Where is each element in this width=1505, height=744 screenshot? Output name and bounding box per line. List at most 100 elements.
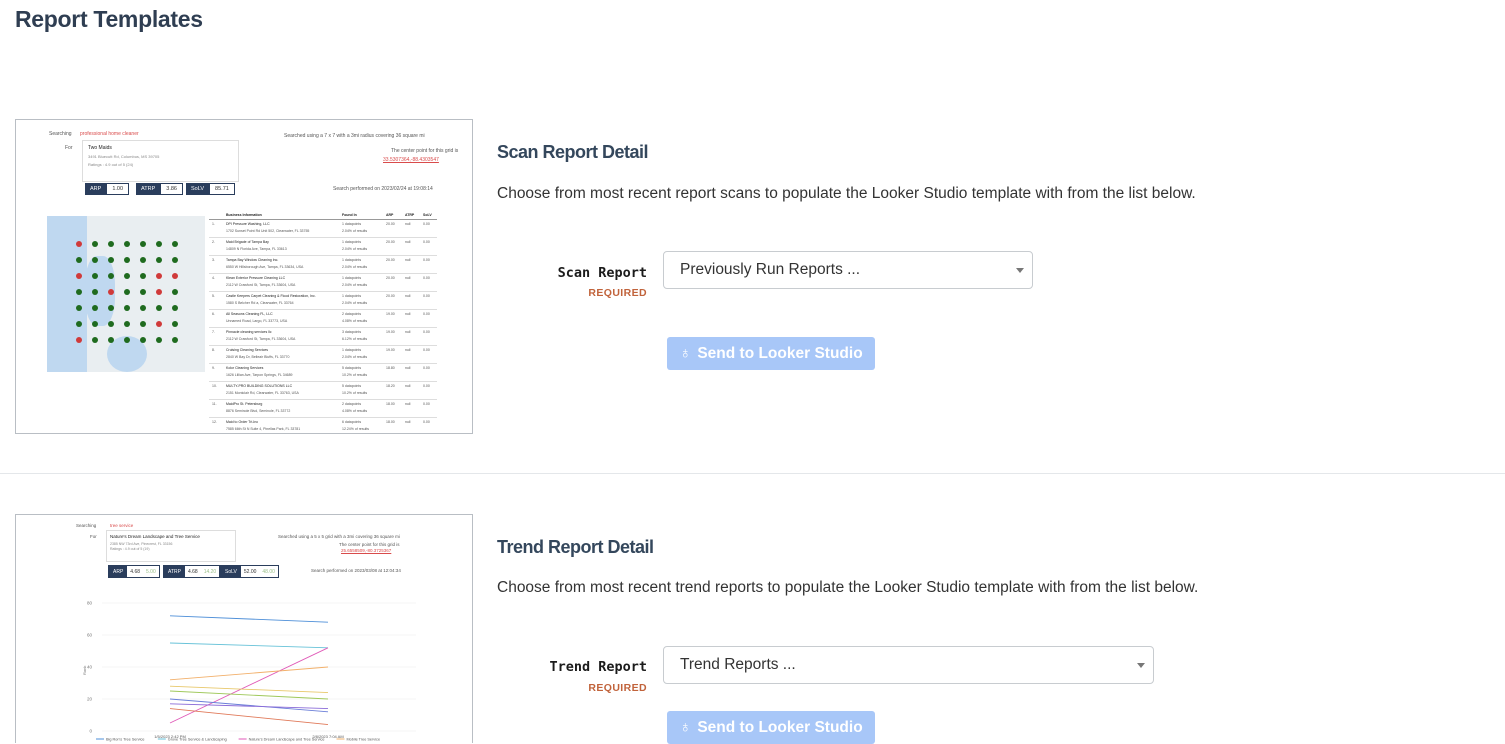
legend-label: Mobile Tree Service (347, 738, 381, 742)
grid-point (76, 337, 82, 343)
preview-table-row: 7. Pinnacle cleaning services llc 2112 W C… (209, 328, 437, 346)
series-line (169, 698, 329, 713)
table-cell-atrp: null (405, 276, 411, 280)
table-cell-name: Klean Exterior Pressure Cleaning LLC (226, 276, 286, 280)
kpi-atrp-label: ATRP (136, 183, 161, 195)
grid-point (92, 337, 98, 343)
preview-results-table: Business Information Found In ARP ATRP S… (209, 212, 437, 433)
legend-label: Nature's Dream Landscape and Tree Servic… (249, 738, 325, 742)
grid-point (108, 257, 114, 263)
trend-section-title: Trend Report Detail (497, 537, 654, 557)
scan-report-select[interactable]: Previously Run Reports ... (663, 251, 1033, 289)
trend-report-label: Trend Report (549, 659, 647, 675)
series-line (169, 690, 329, 700)
kpi-atrp-delta: 14.20 (203, 568, 217, 575)
grid-point (172, 289, 178, 295)
grid-point (124, 289, 130, 295)
table-cell-name: Kolor Cleaning Services (226, 366, 264, 370)
table-cell-pct: 4.08% of results (342, 319, 368, 323)
table-cell-arp: 18.80 (386, 366, 395, 370)
table-cell-addr: 1580 S Belcher Rd a, Clearwater, FL 3376… (226, 301, 294, 305)
grid-point (124, 305, 130, 311)
scan-report-label: Scan Report (557, 265, 647, 281)
preview-business: Two Maids (88, 145, 112, 151)
grid-point (92, 273, 98, 279)
table-cell-solv: 0.00 (423, 348, 430, 352)
trend-report-select-value: Trend Reports ... (680, 656, 796, 673)
grid-point (140, 289, 146, 295)
looker-icon: ♁ (679, 718, 692, 736)
scan-send-to-looker-button[interactable]: ♁ Send to Looker Studio (667, 337, 875, 370)
grid-point (172, 273, 178, 279)
table-cell-atrp: null (405, 258, 411, 262)
table-cell-atrp: null (405, 420, 411, 424)
table-cell-found: 1 datapoints (342, 222, 362, 226)
table-cell-n: 3. (212, 258, 215, 262)
grid-point (108, 337, 114, 343)
section-divider (0, 473, 1505, 474)
grid-point (108, 321, 114, 327)
table-cell-name: Castle Keepers Carpet Cleaning & Flood R… (226, 294, 316, 298)
table-cell-arp: 18.20 (386, 384, 395, 388)
preview-keyword: professional home cleaner (80, 131, 139, 137)
table-cell-atrp: null (405, 294, 411, 298)
table-cell-atrp: null (405, 330, 411, 334)
y-tick-label: 20 (87, 697, 93, 702)
y-tick-label: 60 (87, 633, 93, 638)
scan-section-description: Choose from most recent report scans to … (497, 185, 1196, 202)
table-cell-name: Pinnacle cleaning services llc (226, 330, 272, 334)
table-cell-solv: 0.00 (423, 420, 430, 424)
y-axis-label: Rank (82, 666, 87, 675)
grid-point (140, 257, 146, 263)
grid-point (156, 321, 162, 327)
grid-point (124, 273, 130, 279)
grid-point (172, 241, 178, 247)
trend-send-to-looker-button[interactable]: ♁ Send to Looker Studio (667, 711, 875, 744)
legend-label: Grove Tree Service & Landscaping (168, 738, 227, 742)
kpi-atrp-label: ATRP (164, 566, 185, 577)
preview-ratings: Ratings : 4.9 out of 5 (24) (88, 162, 134, 167)
kpi-atrp: ATRP 4.68 14.20 (163, 565, 221, 578)
preview-grid-note: Searched using a 7 x 7 with a 3mi radius… (284, 133, 425, 139)
preview-address: 3491 Bluecutt Rd, Columbus, MS 39705 (88, 154, 160, 159)
grid-point (124, 257, 130, 263)
table-cell-n: 4. (212, 276, 215, 280)
table-cell-found: 1 datapoints (342, 258, 362, 262)
kpi-solv-value: 85.71 (209, 183, 235, 195)
kpi-solv: SoLV 52.00 48.00 (220, 565, 279, 578)
table-cell-addr: 2840 W Bay Dr, Belleair Bluffs, FL 33770 (226, 355, 290, 359)
preview-performed: Search performed on 2023/03/08 at 12:04:… (311, 568, 401, 573)
table-cell-found: 2 datapoints (342, 402, 362, 406)
preview-grid-map (47, 216, 205, 372)
table-cell-addr: 2112 W Crawford St, Tampa, FL 33604, USA (226, 337, 296, 341)
grid-point (140, 305, 146, 311)
grid-point (140, 273, 146, 279)
grid-point (124, 337, 130, 343)
table-cell-n: 5. (212, 294, 215, 298)
table-cell-name: Cruising Cleaning Services (226, 348, 269, 352)
scan-report-preview: Searching professional home cleaner For … (15, 119, 473, 434)
preview-table-row: 8. Cruising Cleaning Services 2840 W Bay D… (209, 346, 437, 364)
grid-point (76, 273, 82, 279)
kpi-solv-label: SoLV (186, 183, 210, 195)
trend-report-preview: Searching tree service For Nature's Drea… (15, 514, 473, 743)
table-cell-pct: 2.04% of results (342, 265, 368, 269)
table-cell-n: 8. (212, 348, 215, 352)
table-cell-found: 5 datapoints (342, 366, 362, 370)
y-tick-label: 40 (87, 665, 93, 670)
table-cell-found: 6 datapoints (342, 420, 362, 424)
preview-table-row: 5. Castle Keepers Carpet Cleaning & Flood… (209, 292, 437, 310)
table-cell-addr: 1626 Lillian Ave, Tarpon Springs, FL 346… (226, 373, 293, 377)
trend-report-select[interactable]: Trend Reports ... (663, 646, 1154, 684)
table-cell-arp: 20.00 (386, 276, 395, 280)
grid-point (172, 337, 178, 343)
kpi-solv-delta: 48.00 (262, 568, 275, 575)
table-cell-found: 1 datapoints (342, 294, 362, 298)
table-cell-addr: 7585 66th St N Suite 4, Pinellas Park, F… (226, 427, 301, 431)
table-cell-pct: 10.2% of results (342, 391, 368, 395)
table-cell-arp: 19.00 (386, 330, 395, 334)
scan-report-select-value: Previously Run Reports ... (680, 261, 861, 278)
preview-searching-label: Searching (49, 131, 72, 137)
kpi-arp-value: 1.00 (106, 183, 130, 195)
preview-grid-note: Searched using a 5 x 5 grid with a 3mi c… (278, 534, 400, 539)
